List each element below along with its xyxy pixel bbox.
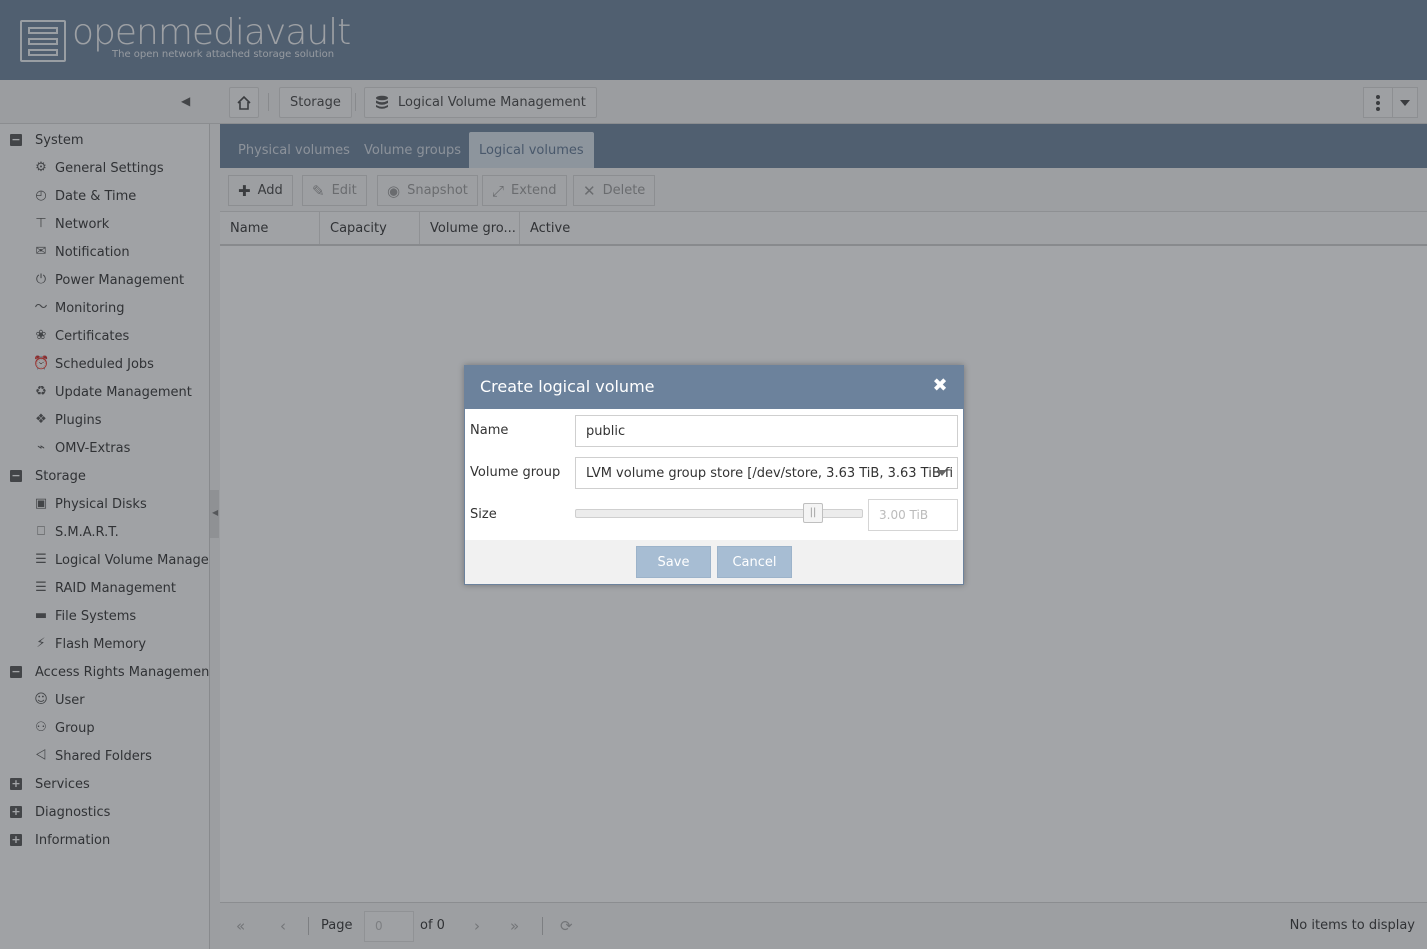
dialog-title: Create logical volume: [480, 377, 655, 396]
volume-group-select[interactable]: LVM volume group store [/dev/store, 3.63…: [575, 457, 958, 489]
name-input[interactable]: public: [575, 415, 958, 447]
size-value: 3.00 TiB: [879, 508, 929, 522]
size-slider-thumb[interactable]: ||: [803, 503, 823, 523]
save-button[interactable]: Save: [636, 546, 711, 578]
size-label: Size: [470, 507, 497, 522]
volume-group-label: Volume group: [470, 465, 561, 480]
name-input-value: public: [586, 423, 626, 439]
volume-group-value: LVM volume group store [/dev/store, 3.63…: [586, 465, 954, 481]
cancel-button[interactable]: Cancel: [717, 546, 792, 578]
dialog-header: Create logical volume ✖: [465, 366, 963, 409]
create-logical-volume-dialog: Create logical volume ✖ Name public Volu…: [464, 365, 964, 585]
dialog-footer: Save Cancel: [465, 540, 963, 584]
chevron-down-icon[interactable]: [937, 470, 947, 476]
close-icon[interactable]: ✖: [931, 377, 949, 395]
name-label: Name: [470, 423, 509, 438]
size-value-field[interactable]: 3.00 TiB: [868, 499, 958, 531]
